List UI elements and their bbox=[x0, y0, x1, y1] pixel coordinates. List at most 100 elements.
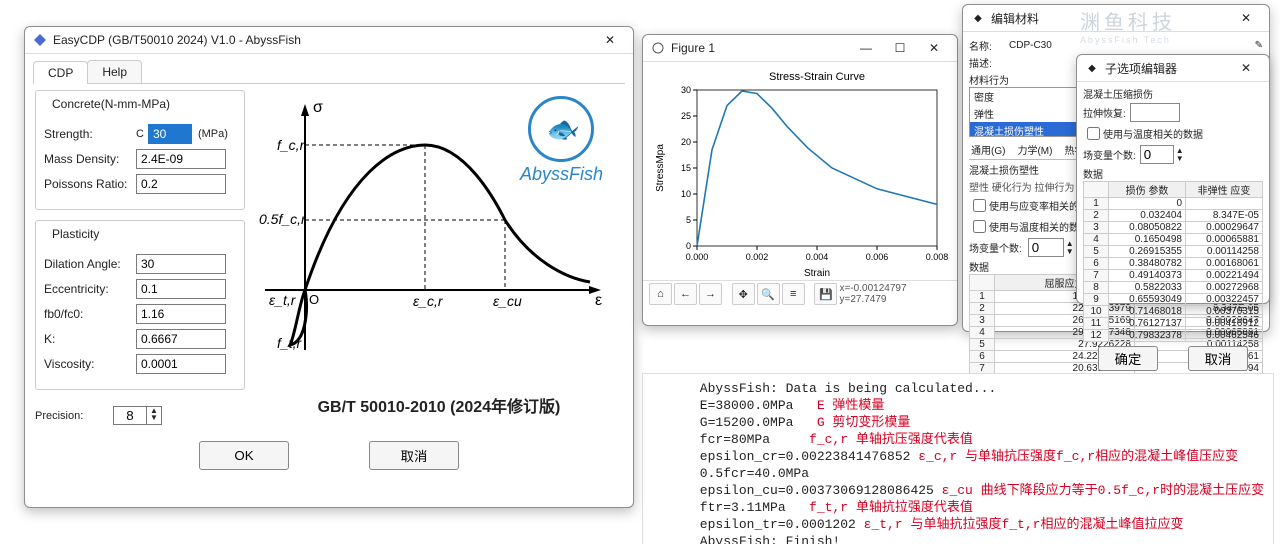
abyssfish-logo: 🐟 AbyssFish bbox=[520, 96, 603, 185]
dialog-icon: ◆ bbox=[1085, 61, 1099, 75]
temperature-checkbox[interactable] bbox=[1087, 127, 1100, 140]
svg-text:O: O bbox=[309, 292, 319, 307]
table-row[interactable]: 90.655930490.00322457 bbox=[1084, 294, 1263, 306]
pan-icon[interactable]: ✥ bbox=[732, 283, 755, 305]
precision-input[interactable] bbox=[114, 407, 146, 424]
viscosity-label: Viscosity: bbox=[44, 357, 136, 371]
material-title: 编辑材料 bbox=[991, 10, 1229, 27]
k-label: K: bbox=[44, 332, 136, 346]
eccentricity-label: Eccentricity: bbox=[44, 282, 136, 296]
suboption-titlebar[interactable]: ◆ 子选项编辑器 ✕ bbox=[1077, 55, 1269, 82]
viscosity-input[interactable] bbox=[136, 354, 226, 374]
suboption-editor-window: ◆ 子选项编辑器 ✕ 混凝土压缩损伤 拉伸恢复: 使用与温度相关的数据 场变量个… bbox=[1076, 54, 1270, 304]
table-row[interactable]: 100.714680180.00370315 bbox=[1084, 306, 1263, 318]
save-icon[interactable]: 💾 bbox=[814, 283, 837, 305]
plot-area[interactable]: 0.0000.0020.0040.0060.008051015202530Str… bbox=[651, 68, 949, 280]
cancel-button[interactable]: 取消 bbox=[1188, 346, 1248, 371]
temperature-label: 使用与温度相关的数据 bbox=[989, 219, 1089, 234]
easycdp-window: EasyCDP (GB/T50010 2024) V1.0 - AbyssFis… bbox=[24, 26, 634, 508]
dilation-input[interactable] bbox=[136, 254, 226, 274]
zoom-icon[interactable]: 🔍 bbox=[757, 283, 780, 305]
ok-button[interactable]: 确定 bbox=[1098, 346, 1158, 371]
svg-text:0.000: 0.000 bbox=[686, 252, 709, 262]
mass-density-input[interactable] bbox=[136, 149, 226, 169]
fieldvars-input[interactable] bbox=[1140, 145, 1174, 164]
poisson-label: Poissons Ratio: bbox=[44, 177, 136, 191]
temperature-checkbox[interactable] bbox=[973, 220, 986, 233]
cancel-button[interactable]: 取消 bbox=[369, 441, 459, 470]
suboption-table[interactable]: 损伤 参数非弹性 应变1020.0324048.347E-0530.080508… bbox=[1083, 181, 1263, 342]
precision-label: Precision: bbox=[35, 410, 105, 422]
spinner-arrows-icon[interactable]: ▲▼ bbox=[146, 407, 161, 424]
svg-text:StressMpa: StressMpa bbox=[655, 144, 666, 192]
svg-text:0.006: 0.006 bbox=[866, 252, 889, 262]
tab-cdp[interactable]: CDP bbox=[33, 61, 88, 84]
fb0fc0-input[interactable] bbox=[136, 304, 226, 324]
svg-text:0.002: 0.002 bbox=[746, 252, 769, 262]
edit-icon[interactable]: ✎ bbox=[1255, 40, 1263, 51]
svg-text:Stress-Strain Curve: Stress-Strain Curve bbox=[769, 71, 865, 83]
strength-unit: (MPa) bbox=[198, 128, 228, 140]
svg-text:Strain: Strain bbox=[804, 268, 830, 279]
strength-input[interactable] bbox=[148, 124, 192, 144]
close-icon[interactable]: ✕ bbox=[593, 29, 627, 51]
precision-spinner[interactable]: ▲▼ bbox=[113, 406, 162, 425]
table-row[interactable]: 70.491403730.00221494 bbox=[1084, 270, 1263, 282]
name-label: 名称: bbox=[969, 38, 1009, 53]
temperature-label: 使用与温度相关的数据 bbox=[1103, 126, 1203, 141]
concrete-group-title: Concrete(N-mm-MPa) bbox=[48, 97, 174, 111]
svg-text:f_t,r: f_t,r bbox=[277, 335, 302, 351]
table-row[interactable]: 10 bbox=[1084, 198, 1263, 210]
diagram-caption: GB/T 50010-2010 (2024年修订版) bbox=[255, 393, 623, 417]
data-label: 数据 bbox=[1083, 166, 1263, 181]
name-value: CDP-C30 bbox=[1009, 40, 1052, 51]
recovery-input[interactable] bbox=[1130, 103, 1180, 122]
table-row[interactable]: 20.0324048.347E-05 bbox=[1084, 210, 1263, 222]
back-icon[interactable]: ← bbox=[674, 283, 697, 305]
k-input[interactable] bbox=[136, 329, 226, 349]
plasticity-group: Plasticity Dilation Angle: Eccentricity:… bbox=[35, 220, 245, 390]
minimize-icon[interactable]: — bbox=[849, 37, 883, 59]
tab-help[interactable]: Help bbox=[87, 60, 142, 83]
material-titlebar[interactable]: ◆ 编辑材料 ✕ bbox=[963, 5, 1269, 32]
table-row[interactable]: 110.761271370.00416912 bbox=[1084, 318, 1263, 330]
close-icon[interactable]: ✕ bbox=[1229, 57, 1263, 79]
fieldvars-label: 场变量个数: bbox=[969, 240, 1022, 255]
easycdp-title: EasyCDP (GB/T50010 2024) V1.0 - AbyssFis… bbox=[53, 33, 593, 47]
strain-rate-checkbox[interactable] bbox=[973, 199, 986, 212]
close-icon[interactable]: ✕ bbox=[1229, 7, 1263, 29]
poisson-input[interactable] bbox=[136, 174, 226, 194]
console-output: AbyssFish: Data is being calculated... E… bbox=[642, 373, 1274, 544]
suboption-title: 子选项编辑器 bbox=[1105, 60, 1229, 77]
concrete-group: Concrete(N-mm-MPa) Strength: C (MPa) Mas… bbox=[35, 90, 245, 210]
table-row[interactable]: 60.384807820.00168061 bbox=[1084, 258, 1263, 270]
figure-titlebar[interactable]: Figure 1 — ☐ ✕ bbox=[643, 35, 957, 62]
svg-text:ε_c,r: ε_c,r bbox=[413, 293, 444, 309]
strength-label: Strength: bbox=[44, 127, 136, 141]
cursor-coord: x=-0.00124797 y=27.7479 bbox=[840, 283, 952, 305]
mass-density-label: Mass Density: bbox=[44, 152, 136, 166]
table-row[interactable]: 30.080508220.00029647 bbox=[1084, 222, 1263, 234]
figure-window: Figure 1 — ☐ ✕ 0.0000.0020.0040.0060.008… bbox=[642, 34, 958, 326]
subplots-icon[interactable]: ≡ bbox=[782, 283, 805, 305]
svg-text:ε_cu: ε_cu bbox=[493, 293, 522, 309]
ok-button[interactable]: OK bbox=[199, 441, 289, 470]
close-icon[interactable]: ✕ bbox=[917, 37, 951, 59]
desc-label: 描述: bbox=[969, 55, 1009, 70]
fieldvars-input[interactable] bbox=[1028, 238, 1064, 257]
fieldvars-label: 场变量个数: bbox=[1083, 147, 1136, 162]
forward-icon[interactable]: → bbox=[699, 283, 722, 305]
spinner-arrows-icon[interactable]: ▲▼ bbox=[1066, 240, 1074, 256]
svg-text:0.008: 0.008 bbox=[926, 252, 949, 262]
table-row[interactable]: 40.16504980.00065881 bbox=[1084, 234, 1263, 246]
maximize-icon[interactable]: ☐ bbox=[883, 37, 917, 59]
svg-text:30: 30 bbox=[681, 85, 691, 95]
eccentricity-input[interactable] bbox=[136, 279, 226, 299]
table-row[interactable]: 120.798323780.00462546 bbox=[1084, 330, 1263, 342]
table-row[interactable]: 80.58220330.00272968 bbox=[1084, 282, 1263, 294]
spinner-arrows-icon[interactable]: ▲▼ bbox=[1176, 147, 1184, 163]
svg-text:0.5f_c,r: 0.5f_c,r bbox=[259, 211, 307, 227]
table-row[interactable]: 50.269153550.00114258 bbox=[1084, 246, 1263, 258]
easycdp-titlebar[interactable]: EasyCDP (GB/T50010 2024) V1.0 - AbyssFis… bbox=[25, 27, 633, 54]
home-icon[interactable]: ⌂ bbox=[649, 283, 672, 305]
